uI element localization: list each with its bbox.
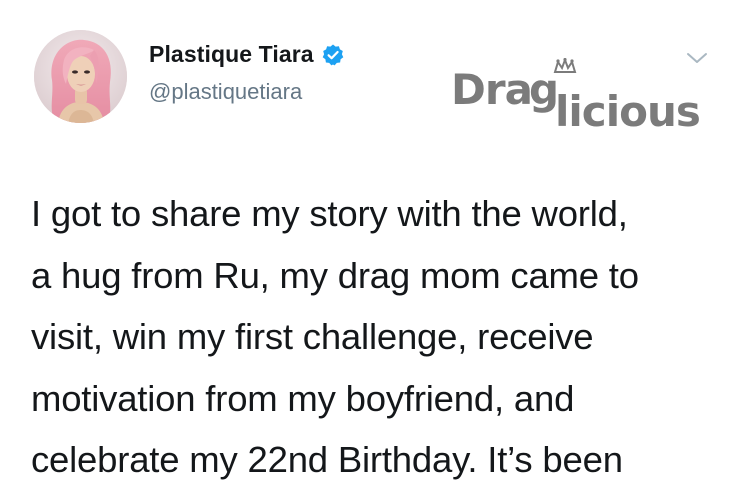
verified-badge-icon <box>321 43 345 67</box>
author-display-name[interactable]: Plastique Tiara <box>149 41 314 68</box>
author-name-row[interactable]: Plastique Tiara <box>149 41 345 68</box>
tweet-text-line: visit, win my first challenge, receive <box>31 316 594 357</box>
svg-text:licious: licious <box>555 87 700 136</box>
avatar-image <box>34 30 127 123</box>
tweet-text-line: a hug from Ru, my drag mom came to <box>31 254 639 296</box>
author-handle[interactable]: @plastiquetiara <box>149 79 302 105</box>
tweet-card: Plastique Tiara @plastiquetiara Dra g li… <box>0 0 741 486</box>
avatar[interactable] <box>34 30 127 123</box>
chevron-down-icon[interactable] <box>684 48 710 68</box>
tweet-text-line: celebrate my 22nd Birthday. It’s been <box>31 439 623 480</box>
tweet-text-line: motivation from my boyfriend, and <box>31 377 575 419</box>
tweet-text: I got to share my story with the world, … <box>31 183 731 491</box>
svg-text:Dra: Dra <box>451 65 532 114</box>
draglicious-watermark-logo: Dra g licious <box>451 57 716 138</box>
tweet-text-line: I got to share my story with the world, <box>31 193 628 234</box>
